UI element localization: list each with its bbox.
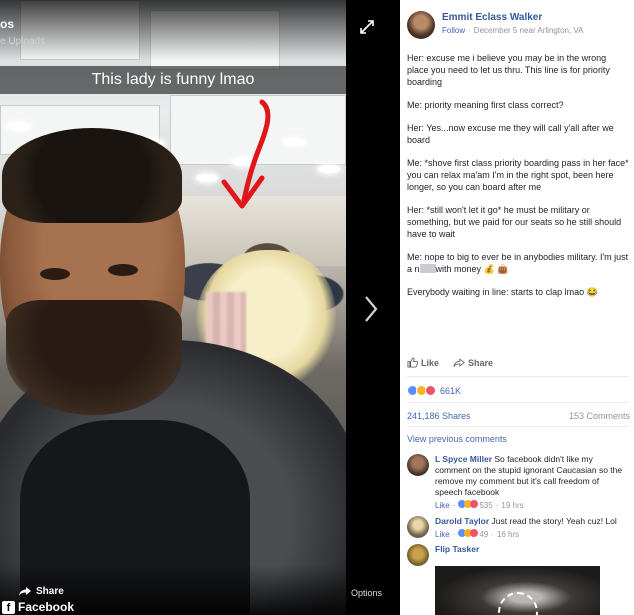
eye	[108, 264, 138, 276]
facebook-brand: f Facebook	[2, 600, 74, 614]
commenter-avatar[interactable]	[407, 544, 429, 566]
expand-icon[interactable]	[360, 20, 374, 34]
censor-mask	[419, 264, 436, 273]
options-button[interactable]: Options	[351, 588, 382, 598]
commenter-avatar[interactable]	[407, 454, 429, 476]
comment-time[interactable]: 16 hrs	[497, 529, 519, 540]
divider	[407, 402, 629, 403]
author-avatar[interactable]	[407, 11, 435, 39]
comment-like-link[interactable]: Like	[435, 500, 450, 511]
commenter-name[interactable]: L Spyce Miller	[435, 454, 492, 464]
reaction-count: 661K	[440, 385, 462, 396]
viewer-share-button[interactable]: Share	[18, 586, 64, 597]
share-button[interactable]: Share	[453, 357, 493, 368]
ceiling-light	[318, 165, 340, 173]
post-paragraph: Me: *shove first class priority boarding…	[407, 158, 629, 192]
post-date[interactable]: December 5 near Arlington, VA	[474, 26, 584, 35]
comment-time[interactable]: 19 hrs	[501, 500, 523, 511]
ceiling-light	[8, 122, 30, 130]
facebook-brand-label: Facebook	[18, 600, 75, 614]
meta-dot: ·	[452, 501, 456, 510]
share-arrow-icon	[19, 587, 31, 596]
comment-like-link[interactable]: Like	[435, 529, 450, 540]
love-reaction-icon	[470, 500, 479, 508]
comment-text: Just read the story! Yeah cuz! Lol	[491, 516, 617, 526]
man-beard	[6, 300, 182, 415]
shares-count[interactable]: 241,186 Shares	[407, 411, 471, 421]
post-paragraph: Me: priority meaning first class correct…	[407, 100, 564, 110]
post-paragraph: Me: nope to big to ever be in anybodies …	[407, 251, 629, 275]
post-text: Her: excuse me i believe you may be in t…	[407, 52, 629, 309]
comment-reaction-icons	[458, 529, 479, 540]
meta-dot: ·	[495, 501, 499, 510]
comment-reaction-icons	[458, 500, 479, 511]
snap-caption: This lady is funny lmao	[0, 66, 346, 94]
comment-body: L Spyce Miller So facebook didn't like m…	[435, 454, 623, 511]
comment-meta: Like · 535 · 19 hrs	[435, 500, 623, 511]
comment-body: Flip Tasker	[435, 544, 623, 555]
commenter-name[interactable]: Flip Tasker	[435, 544, 479, 554]
comments-count[interactable]: 153 Comments	[569, 411, 630, 421]
post-panel: Emmit Eclass Walker Follow · December 5 …	[400, 0, 634, 615]
meta-dot: ·	[491, 530, 494, 539]
man-hair	[2, 128, 182, 223]
meta-dot: ·	[452, 530, 456, 539]
share-arrow-icon	[453, 357, 465, 367]
commenter-avatar[interactable]	[407, 516, 429, 538]
eye	[40, 268, 70, 280]
top-gradient	[0, 0, 346, 60]
album-subtitle[interactable]: e Uploads	[0, 36, 45, 47]
like-label: Like	[421, 357, 440, 368]
album-title[interactable]: os	[0, 17, 14, 31]
follow-link[interactable]: Follow	[442, 26, 465, 35]
chevron-right-icon[interactable]	[363, 294, 379, 324]
author-name[interactable]: Emmit Eclass Walker	[442, 12, 542, 23]
comment-meta: Like · 49 · 16 hrs	[435, 529, 623, 540]
facebook-logo-icon: f	[2, 600, 15, 614]
reactions-summary[interactable]: 661K	[407, 385, 461, 396]
comment-image[interactable]	[435, 566, 600, 615]
post-paragraph: Her: Yes...now excuse me they will call …	[407, 123, 614, 145]
commenter-name[interactable]: Darold Taylor	[435, 516, 489, 526]
share-label: Share	[468, 357, 494, 368]
photo-viewer: os e Uploads This lady is funny lmao Sha…	[0, 0, 400, 615]
love-reaction-icon	[470, 529, 479, 537]
divider	[407, 426, 629, 427]
love-reaction-icon	[425, 385, 436, 396]
post-paragraph: Her: *still won't let it go* he must be …	[407, 205, 622, 239]
divider	[407, 376, 629, 377]
comment-reaction-count[interactable]: 49	[479, 529, 488, 540]
post-meta: Follow · December 5 near Arlington, VA	[442, 26, 583, 35]
thumbs-up-icon	[407, 357, 418, 368]
comment-reaction-count[interactable]: 535	[479, 500, 492, 511]
red-arrow-annotation	[221, 99, 271, 209]
post-text-part: with money 💰 👜	[435, 264, 509, 274]
viewer-share-label: Share	[36, 586, 64, 597]
comment-body: Darold Taylor Just read the story! Yeah …	[435, 516, 623, 540]
meta-dot: ·	[468, 26, 471, 35]
view-previous-comments[interactable]: View previous comments	[407, 434, 507, 444]
dashed-ring	[498, 592, 538, 615]
like-button[interactable]: Like	[407, 357, 439, 368]
post-paragraph: Her: excuse me i believe you may be in t…	[407, 53, 610, 87]
post-paragraph: Everybody waiting in line: starts to cla…	[407, 287, 598, 297]
post-actions: Like Share	[407, 357, 493, 368]
